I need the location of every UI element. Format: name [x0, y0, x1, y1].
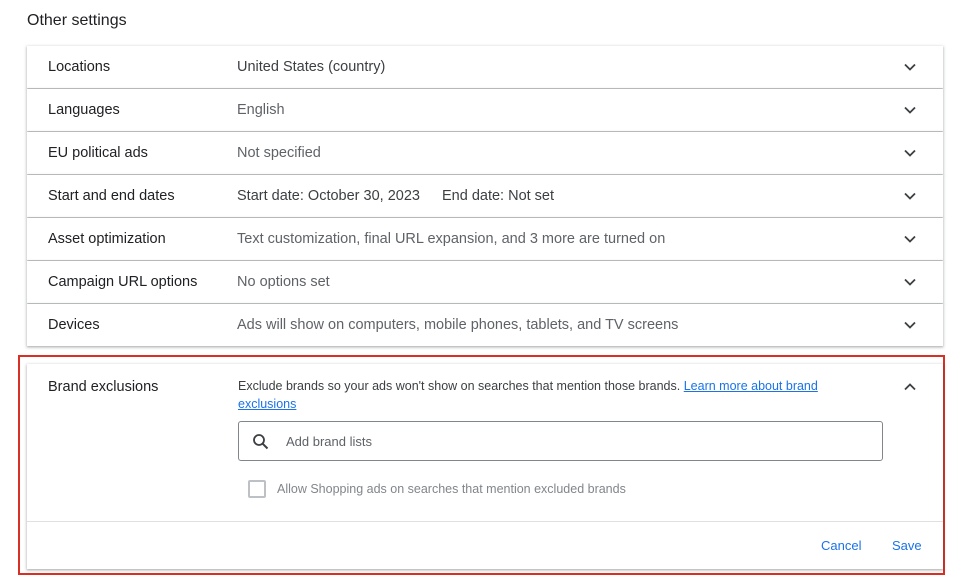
row-eu-political-ads[interactable]: EU political ads Not specified: [27, 132, 943, 174]
save-button[interactable]: Save: [892, 538, 922, 553]
chevron-down-icon[interactable]: [903, 60, 917, 74]
row-label: Devices: [48, 317, 100, 333]
chevron-down-icon[interactable]: [903, 189, 917, 203]
brand-list-search-input[interactable]: Add brand lists: [238, 421, 883, 461]
row-campaign-url-options[interactable]: Campaign URL options No options set: [27, 261, 943, 303]
chevron-down-icon[interactable]: [903, 146, 917, 160]
row-languages[interactable]: Languages English: [27, 89, 943, 131]
chevron-down-icon[interactable]: [903, 103, 917, 117]
allow-shopping-ads-option: Allow Shopping ads on searches that ment…: [248, 480, 626, 498]
row-label: Asset optimization: [48, 231, 166, 247]
description-text: Exclude brands so your ads won't show on…: [238, 379, 681, 393]
row-value: Ads will show on computers, mobile phone…: [237, 317, 679, 333]
search-icon: [252, 433, 270, 456]
row-asset-optimization[interactable]: Asset optimization Text customization, f…: [27, 218, 943, 260]
brand-exclusions-description: Exclude brands so your ads won't show on…: [238, 377, 858, 413]
section-title: Other settings: [27, 12, 127, 29]
row-value: English: [237, 102, 285, 118]
chevron-down-icon[interactable]: [903, 318, 917, 332]
row-label: EU political ads: [48, 145, 148, 161]
row-value: United States (country): [237, 59, 386, 75]
row-value: Not specified: [237, 145, 321, 161]
row-value: Text customization, final URL expansion,…: [237, 231, 666, 247]
checkbox-label: Allow Shopping ads on searches that ment…: [277, 482, 626, 496]
row-value: Start date: October 30, 2023 End date: No…: [237, 188, 554, 204]
row-label: Locations: [48, 59, 111, 75]
row-value: No options set: [237, 274, 330, 290]
row-devices[interactable]: Devices Ads will show on computers, mobi…: [27, 304, 943, 346]
chevron-up-icon[interactable]: [903, 380, 917, 394]
row-label: Campaign URL options: [48, 274, 198, 290]
divider: [27, 521, 943, 522]
row-start-end-dates[interactable]: Start and end dates Start date: October …: [27, 175, 943, 217]
settings-list: Locations United States (country) Langua…: [27, 46, 943, 347]
other-settings-page: Other settings Locations United States (…: [0, 0, 959, 580]
brand-exclusions-panel: Brand exclusions Exclude brands so your …: [27, 364, 943, 569]
search-placeholder: Add brand lists: [286, 434, 372, 449]
brand-exclusions-label: Brand exclusions: [48, 379, 159, 395]
chevron-down-icon[interactable]: [903, 232, 917, 246]
row-label: Start and end dates: [48, 188, 175, 204]
chevron-down-icon[interactable]: [903, 275, 917, 289]
start-date-value: Start date: October 30, 2023: [237, 188, 420, 204]
allow-shopping-ads-checkbox[interactable]: [248, 480, 266, 498]
row-label: Languages: [48, 102, 120, 118]
cancel-button[interactable]: Cancel: [821, 538, 861, 553]
row-locations[interactable]: Locations United States (country): [27, 46, 943, 88]
end-date-value: End date: Not set: [441, 188, 555, 204]
